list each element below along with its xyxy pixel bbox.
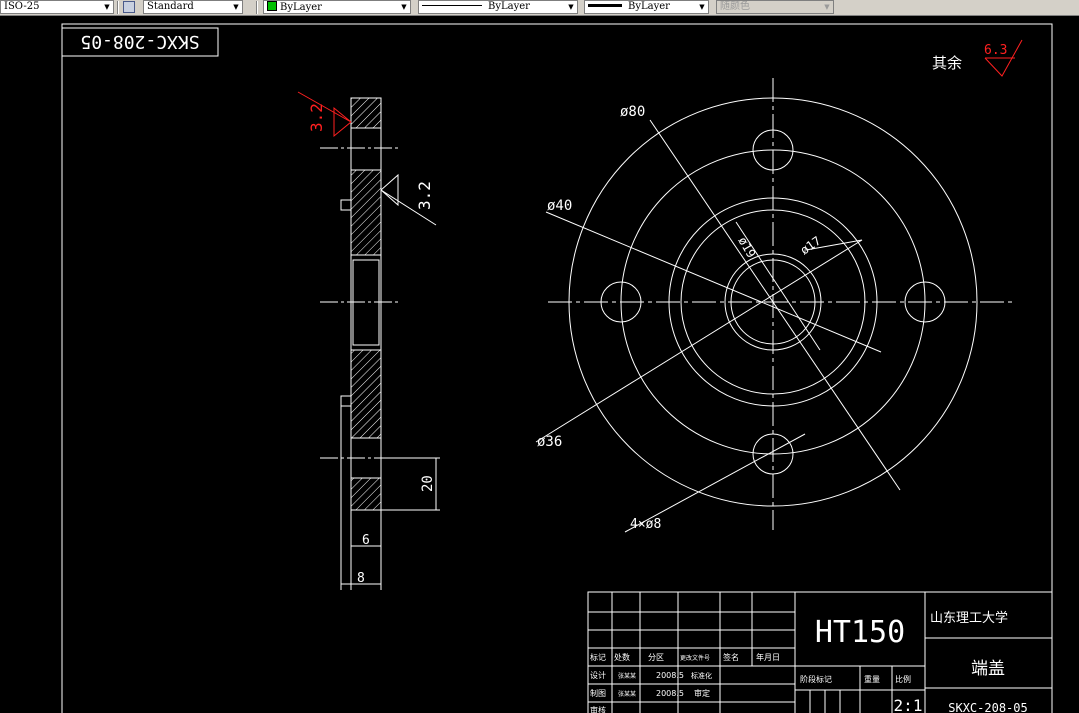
review-label: 审定: [694, 688, 710, 698]
lineweight-preview-icon: [588, 4, 622, 7]
process-label: 审核: [590, 705, 606, 713]
textstyle-value: Standard: [147, 1, 194, 12]
lineweight-select[interactable]: ByLayer ▼: [584, 0, 709, 14]
dim-holes: 4×ø8: [630, 517, 661, 532]
linetype-select[interactable]: ByLayer ▼: [418, 0, 578, 14]
chevron-down-icon: ▼: [401, 3, 407, 11]
step-edge: [340, 199, 351, 211]
hdr-zone: 分区: [648, 653, 664, 662]
hatch-region: [350, 349, 382, 439]
plotstyle-select: 随颜色 ▼: [716, 0, 834, 14]
dim-width-6: 6: [362, 533, 370, 548]
hdr-mark: 标记: [590, 652, 606, 662]
textstyle-manager-icon[interactable]: [123, 1, 135, 13]
toolbar-separator: [117, 1, 119, 14]
stage-label: 阶段标记: [800, 674, 832, 684]
chevron-down-icon: ▼: [699, 3, 705, 11]
dim-d17: ø17: [798, 234, 824, 258]
designer-date: 2008.5: [656, 671, 684, 680]
dimstyle-value: ISO-25: [4, 1, 40, 12]
part-code-rotated: SKXC-208-05: [80, 31, 199, 52]
hatch-region: [350, 97, 382, 129]
drawing-frame: [61, 23, 1053, 713]
lineweight-value: ByLayer: [628, 1, 670, 12]
standardize-label: 标准化: [691, 671, 712, 680]
surface-finish-label: 其余: [932, 54, 962, 72]
designer-name: 张某某: [618, 672, 636, 680]
color-select[interactable]: ByLayer ▼: [263, 0, 411, 14]
chevron-down-icon: ▼: [233, 3, 239, 11]
dim-d36: ø36: [537, 434, 562, 450]
color-value: ByLayer: [280, 2, 322, 13]
properties-toolbar: ISO-25 ▼ Standard ▼ ByLayer ▼ ByLayer ▼ …: [0, 0, 1079, 16]
scale-text: 2:1: [894, 696, 923, 713]
drawing-geometry: [61, 23, 1053, 713]
hdr-change-doc: 更改文件号: [680, 654, 710, 662]
hatch-region: [350, 477, 382, 511]
hatch-region: [350, 169, 382, 256]
dim-d40: ø40: [547, 198, 572, 214]
chevron-down-icon: ▼: [104, 3, 110, 11]
hdr-date: 年月日: [756, 652, 780, 662]
plotstyle-value: 随颜色: [720, 1, 750, 12]
chevron-down-icon: ▼: [568, 3, 574, 11]
surface-finish-other-value: 6.3: [984, 43, 1007, 58]
color-swatch-icon: [267, 1, 277, 11]
textstyle-select[interactable]: Standard ▼: [143, 0, 243, 14]
dimstyle-select[interactable]: ISO-25 ▼: [0, 0, 114, 14]
dimension-line: [535, 239, 863, 443]
drafter-name: 张某某: [618, 690, 636, 698]
material-text: HT150: [815, 615, 905, 650]
drafter-date: 2008.5: [656, 689, 684, 698]
chevron-down-icon: ▼: [824, 3, 830, 11]
hdr-count: 处数: [614, 652, 630, 662]
linetype-value: ByLayer: [488, 1, 530, 12]
front-view: [535, 78, 1012, 533]
designer-label: 设计: [590, 670, 606, 680]
dim-d19: ø19: [735, 235, 758, 261]
toolbar-separator: [256, 1, 258, 14]
weight-label: 重量: [864, 674, 880, 684]
scale-label: 比例: [895, 674, 911, 684]
roughness-red-value: 3.2: [307, 103, 326, 132]
part-name-text: 端盖: [971, 659, 1005, 679]
roughness-white-value: 3.2: [415, 181, 434, 210]
school-text: 山东理工大学: [930, 610, 1008, 626]
dim-d80: ø80: [620, 104, 645, 120]
drawing-canvas[interactable]: SKXC-208-05 其余 6.3 3.2 3.2 20 6 8 ø80 ø4…: [0, 16, 1079, 713]
dim-width-8: 8: [357, 571, 365, 586]
side-view: [320, 97, 440, 590]
step-edge: [340, 395, 351, 407]
part-code-text: SKXC-208-05: [948, 701, 1027, 713]
dimension-line: [545, 211, 882, 353]
dim-height-20: 20: [420, 475, 436, 492]
drafter-label: 制图: [590, 688, 606, 698]
linetype-preview-icon: [422, 5, 482, 6]
hdr-sign: 签名: [723, 652, 739, 662]
